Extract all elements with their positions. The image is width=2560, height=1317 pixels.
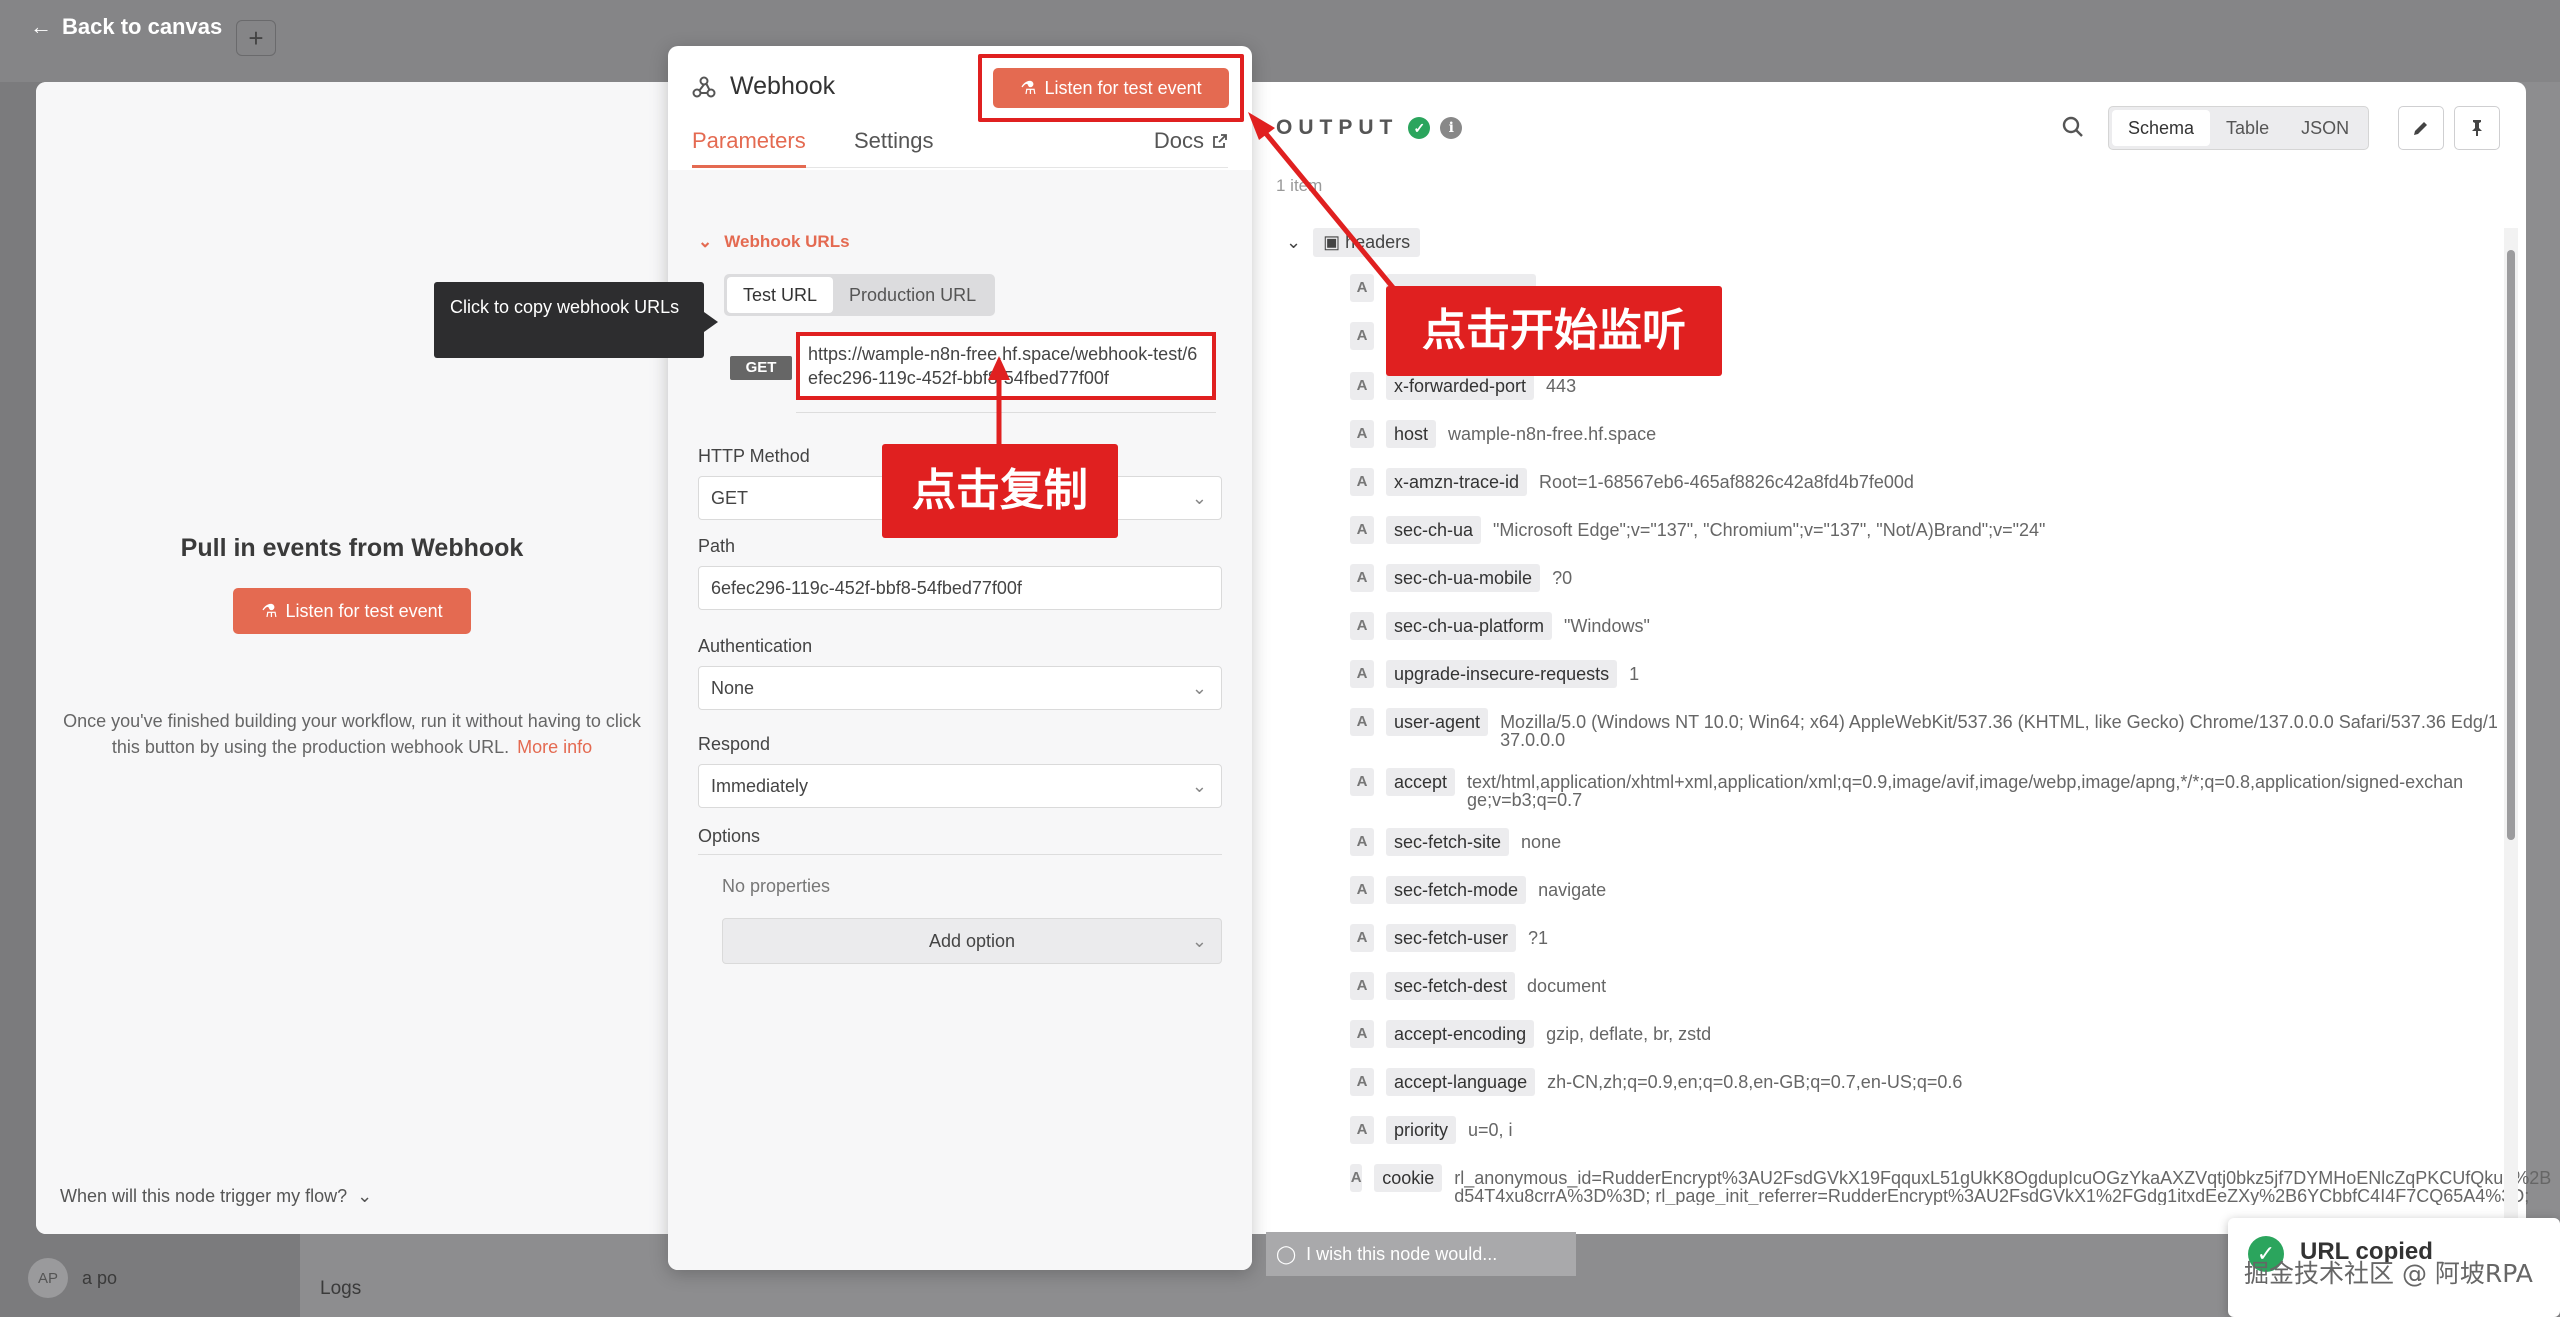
annotation-start-listening: 点击开始监听 — [1386, 286, 1722, 376]
annotation-click-copy: 点击复制 — [882, 444, 1118, 538]
lightbulb-icon: ◯ — [1276, 1243, 1297, 1264]
annotation-arrows — [988, 112, 1397, 444]
watermark: 掘金技术社区 @ 阿坡RPA — [2244, 1259, 2533, 1288]
node-feedback-prompt[interactable]: ◯ I wish this node would... — [1266, 1232, 1576, 1276]
